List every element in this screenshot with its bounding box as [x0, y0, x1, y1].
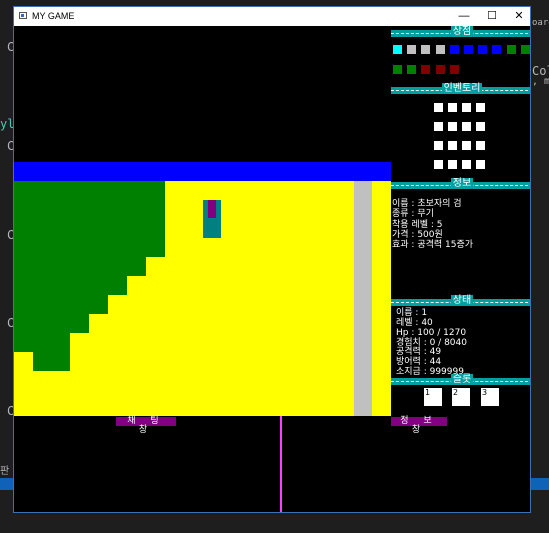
grass-area [14, 314, 89, 333]
quickslot-number: 1 [425, 388, 431, 397]
ide-statusbar-left [0, 478, 13, 490]
ide-text-left: 판 [0, 466, 10, 477]
status-title: 상태 [450, 295, 474, 306]
inventory-slot[interactable] [448, 160, 457, 169]
inventory-slot[interactable] [448, 141, 457, 150]
inventory-header: 인벤토리 [391, 83, 530, 94]
shop-item[interactable] [435, 65, 445, 74]
shop-item[interactable] [464, 45, 473, 54]
quickslot-header: 슬롯 [391, 374, 530, 385]
inventory-slot[interactable] [476, 141, 485, 150]
window-title: MY GAME [32, 11, 75, 21]
grass-area [14, 333, 70, 352]
grass-area [14, 276, 127, 295]
inventory-slot[interactable] [462, 160, 471, 169]
inventory-slot[interactable] [434, 141, 443, 150]
player-head [208, 200, 216, 218]
quickslot-number: 3 [482, 388, 488, 397]
info-title: 정보 [450, 178, 474, 189]
shop-item[interactable] [407, 45, 417, 54]
shop-item[interactable] [421, 45, 431, 54]
info-header: 정보 [391, 178, 530, 189]
inventory-slot[interactable] [462, 141, 471, 150]
minimize-button[interactable]: — [450, 7, 478, 26]
shop-item[interactable] [393, 45, 402, 54]
inventory-title: 인벤토리 [441, 83, 483, 94]
shop-title: 상점 [450, 26, 474, 37]
inventory-slot[interactable] [462, 122, 471, 131]
shop-item[interactable] [407, 65, 417, 74]
inventory-slot[interactable] [434, 103, 443, 112]
close-button[interactable]: ✕ [505, 7, 530, 26]
status-header: 상태 [391, 295, 530, 306]
shop-item[interactable] [449, 65, 459, 74]
quickslot-title: 슬롯 [450, 374, 474, 385]
info-area [284, 427, 530, 512]
quickslot-number: 2 [453, 388, 459, 397]
info-window-label: 정 보 창 [391, 417, 447, 435]
inventory-slot[interactable] [448, 103, 457, 112]
chat-window-label: 채 팅 창 [116, 417, 176, 435]
status-def: 방어력 : 44 [396, 357, 442, 367]
grass-area [14, 295, 108, 314]
quickslot-2[interactable]: 2 [452, 388, 470, 406]
status-name: 이름 : 1 [396, 308, 428, 318]
item-price: 가격 : 500원 [392, 230, 443, 240]
shop-item[interactable] [506, 45, 516, 54]
game-map[interactable] [14, 162, 391, 416]
item-effect: 효과 : 공격력 15증가 [392, 240, 474, 250]
title-bar[interactable]: MY GAME — ☐ ✕ [14, 7, 530, 26]
item-level: 착용 레벨 : 5 [392, 220, 443, 230]
shop-header: 상점 [391, 26, 530, 37]
shop-item[interactable] [421, 65, 431, 74]
grass-area [14, 181, 165, 257]
inventory-slot[interactable] [434, 160, 443, 169]
grass-area [14, 257, 146, 276]
status-atk: 공격력 : 49 [396, 347, 442, 357]
quickslot-1[interactable]: 1 [424, 388, 442, 406]
water-strip [14, 162, 391, 181]
item-name: 이름 : 초보자의 검 [392, 199, 462, 209]
status-level: 레벨 : 40 [396, 318, 433, 328]
quickslot-3[interactable]: 3 [481, 388, 499, 406]
shop-item[interactable] [393, 65, 402, 74]
ide-text-right: , m [532, 76, 549, 87]
shop-item[interactable] [449, 45, 459, 54]
ide-statusbar-right [531, 478, 549, 490]
ide-tab[interactable]: oard [532, 18, 549, 28]
inventory-slot[interactable] [448, 122, 457, 131]
inventory-slot[interactable] [476, 103, 485, 112]
shop-item[interactable] [520, 45, 530, 54]
app-icon [19, 12, 27, 19]
grass-area [33, 352, 70, 371]
maximize-button[interactable]: ☐ [478, 7, 506, 26]
chat-area[interactable] [14, 427, 278, 512]
status-hp: Hp : 100 / 1270 [396, 328, 467, 338]
inventory-slot[interactable] [434, 122, 443, 131]
game-window: MY GAME — ☐ ✕ 상점 인벤토리 정보 이름 : 초보자의 검 종류 … [13, 6, 531, 513]
inventory-slot[interactable] [476, 160, 485, 169]
road-strip [354, 181, 372, 416]
inventory-slot[interactable] [476, 122, 485, 131]
item-type: 종류 : 무기 [392, 209, 434, 219]
shop-item[interactable] [478, 45, 488, 54]
shop-item[interactable] [435, 45, 445, 54]
inventory-slot[interactable] [462, 103, 471, 112]
shop-item[interactable] [492, 45, 502, 54]
chat-divider [280, 416, 282, 512]
